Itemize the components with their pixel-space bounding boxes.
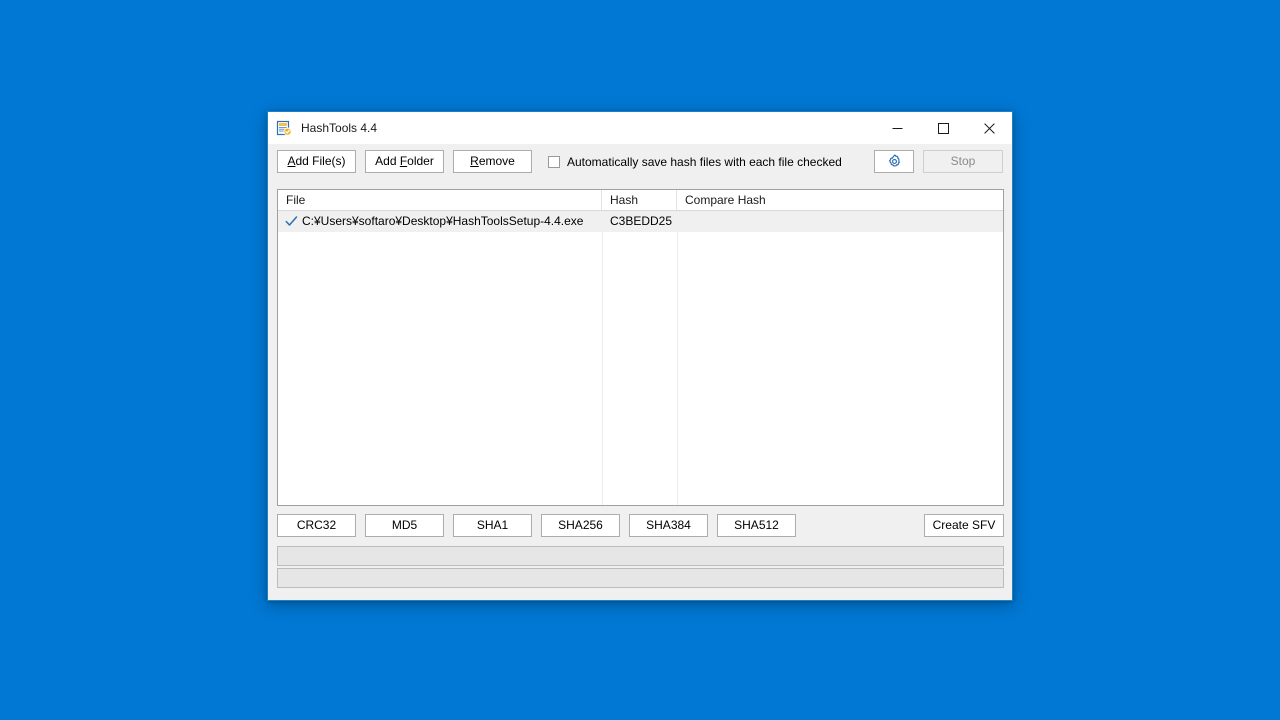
close-button[interactable] bbox=[966, 112, 1012, 144]
remove-button[interactable]: Remove bbox=[453, 150, 532, 173]
table-row[interactable]: C:¥Users¥softaro¥Desktop¥HashToolsSetup-… bbox=[278, 211, 1003, 232]
autosave-label: Automatically save hash files with each … bbox=[567, 154, 842, 169]
algorithm-button-sha256[interactable]: SHA256 bbox=[541, 514, 620, 537]
algorithm-button-sha1[interactable]: SHA1 bbox=[453, 514, 532, 537]
algorithm-button-row: CRC32 MD5 SHA1 SHA256 SHA384 SHA512 Crea… bbox=[277, 514, 1004, 537]
column-header-compare-hash[interactable]: Compare Hash bbox=[677, 190, 1003, 210]
add-folder-label-rest: older bbox=[407, 154, 434, 168]
cell-hash: C3BEDD25 bbox=[610, 214, 673, 228]
cell-compare-hash bbox=[677, 211, 1003, 232]
title-bar-left: HashTools 4.4 bbox=[268, 120, 377, 136]
toolbar-right-group: Stop bbox=[874, 150, 1003, 173]
minimize-icon bbox=[892, 127, 902, 129]
settings-button[interactable] bbox=[874, 150, 914, 173]
close-icon bbox=[983, 122, 995, 134]
add-files-accel: A bbox=[287, 154, 296, 168]
remove-label: emove bbox=[478, 154, 515, 168]
cell-file: C:¥Users¥softaro¥Desktop¥HashToolsSetup-… bbox=[278, 211, 602, 232]
add-folder-button[interactable]: Add Folder bbox=[365, 150, 444, 173]
caption-buttons bbox=[874, 112, 1012, 144]
remove-accel: R bbox=[470, 154, 479, 168]
window-title: HashTools 4.4 bbox=[301, 121, 378, 135]
list-header: File Hash Compare Hash bbox=[278, 190, 1003, 211]
column-grid-lines bbox=[278, 211, 1003, 505]
algorithm-button-crc32[interactable]: CRC32 bbox=[277, 514, 356, 537]
progress-bar-total bbox=[277, 568, 1004, 588]
hashtools-document-check-icon bbox=[276, 120, 292, 136]
add-files-button[interactable]: Add File(s) bbox=[277, 150, 356, 173]
cell-file-path: C:¥Users¥softaro¥Desktop¥HashToolsSetup-… bbox=[302, 214, 584, 228]
autosave-checkbox[interactable] bbox=[548, 155, 560, 168]
check-icon bbox=[285, 216, 298, 226]
add-folder-label-pre: Add bbox=[375, 154, 400, 168]
column-header-hash[interactable]: Hash bbox=[602, 190, 677, 210]
stop-button[interactable]: Stop bbox=[923, 150, 1003, 173]
file-list-view[interactable]: File Hash Compare Hash C:¥Users¥softaro¥… bbox=[277, 189, 1004, 506]
column-header-file[interactable]: File bbox=[278, 190, 602, 210]
column-divider-2 bbox=[677, 211, 678, 505]
list-body: C:¥Users¥softaro¥Desktop¥HashToolsSetup-… bbox=[278, 211, 1003, 505]
add-files-label: dd File(s) bbox=[295, 154, 346, 168]
minimize-button[interactable] bbox=[874, 112, 920, 144]
maximize-button[interactable] bbox=[920, 112, 966, 144]
maximize-icon bbox=[937, 122, 949, 134]
algorithm-button-sha384[interactable]: SHA384 bbox=[629, 514, 708, 537]
toolbar: Add File(s) Add Folder Remove Automatica… bbox=[268, 144, 1012, 179]
autosave-checkbox-row[interactable]: Automatically save hash files with each … bbox=[548, 155, 842, 169]
create-sfv-button[interactable]: Create SFV bbox=[924, 514, 1004, 537]
algorithm-button-md5[interactable]: MD5 bbox=[365, 514, 444, 537]
progress-bar-file bbox=[277, 546, 1004, 566]
hashtools-window: HashTools 4.4 Add File(s) Add Folder Rem… bbox=[267, 111, 1013, 601]
gear-icon bbox=[888, 154, 900, 167]
title-bar: HashTools 4.4 bbox=[268, 112, 1012, 144]
algorithm-button-sha512[interactable]: SHA512 bbox=[717, 514, 796, 537]
column-divider-1 bbox=[602, 211, 603, 505]
